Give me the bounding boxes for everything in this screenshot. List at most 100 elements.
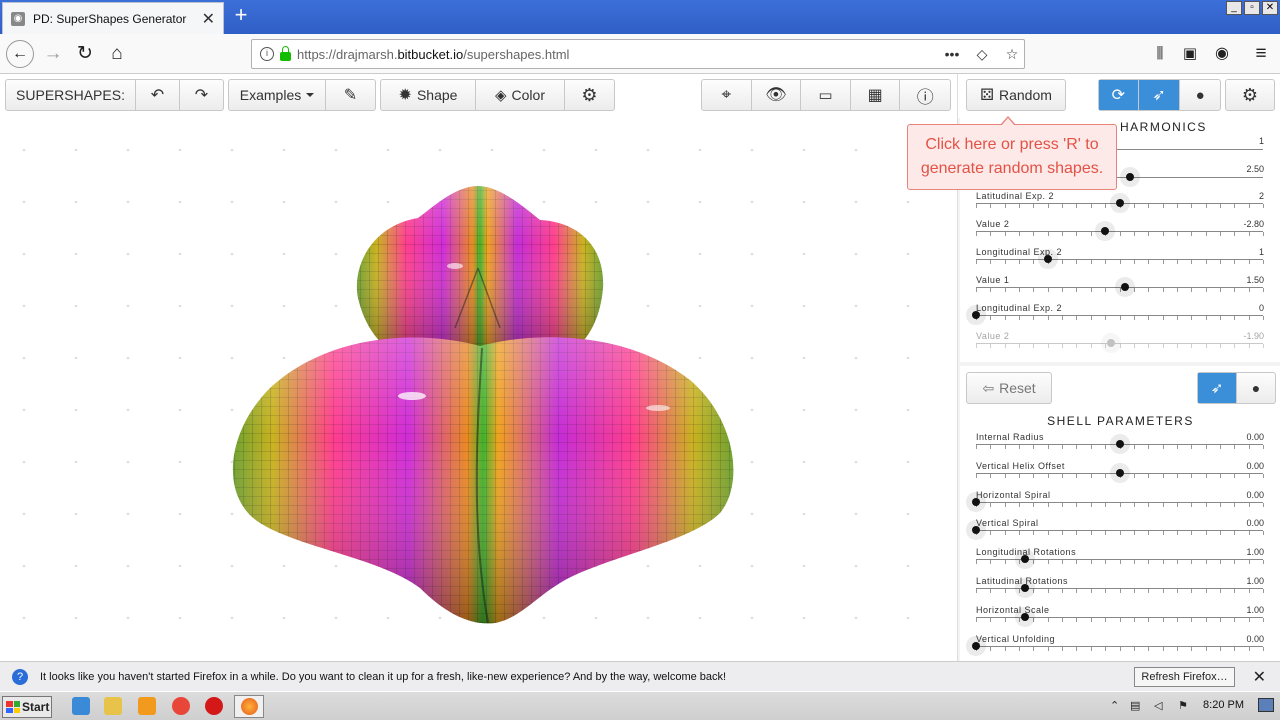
slider-tick bbox=[1134, 560, 1135, 565]
refresh-firefox-button[interactable]: Refresh Firefox… bbox=[1134, 666, 1235, 687]
supershape-render[interactable] bbox=[0, 118, 957, 661]
slider-knob[interactable] bbox=[1021, 555, 1029, 564]
forward-button[interactable]: → bbox=[39, 40, 67, 68]
minimize-button[interactable]: _ bbox=[1226, 1, 1242, 15]
color-dropdown[interactable]: ◈ Color bbox=[476, 80, 565, 110]
slider-tick bbox=[1076, 344, 1077, 348]
url-bar[interactable]: i https://drajmarsh.bitbucket.io/supersh… bbox=[251, 39, 1025, 69]
slider-label: Horizontal Scale bbox=[976, 604, 1050, 615]
back-button[interactable]: ← bbox=[6, 40, 34, 68]
shell-slow-toggle[interactable]: ● bbox=[1237, 373, 1275, 403]
network-icon[interactable]: ▤ bbox=[1130, 699, 1140, 712]
sidebar-icon[interactable]: ▣ bbox=[1176, 40, 1204, 68]
undo-button[interactable]: ↶ bbox=[136, 80, 180, 110]
library-icon[interactable]: ⫼ bbox=[1146, 40, 1174, 68]
page-actions-icon[interactable]: ••• bbox=[940, 46, 964, 62]
show-desktop-icon[interactable] bbox=[1258, 698, 1274, 712]
slider-knob[interactable] bbox=[972, 526, 980, 535]
slider-knob[interactable] bbox=[1044, 255, 1052, 263]
maximize-button[interactable]: ▫ bbox=[1244, 1, 1260, 15]
windows-logo-icon bbox=[6, 701, 20, 713]
slider-tick bbox=[1191, 589, 1192, 593]
slider-knob[interactable] bbox=[1101, 227, 1109, 235]
browser-tab[interactable]: ◉ PD: SuperShapes Generator ✕ bbox=[2, 2, 224, 34]
fast-animate-toggle[interactable]: ➶ bbox=[1138, 80, 1181, 110]
slider-tick bbox=[1091, 288, 1092, 292]
slider-knob[interactable] bbox=[1107, 339, 1115, 347]
tab-close-icon[interactable]: ✕ bbox=[202, 9, 215, 29]
opera-icon[interactable] bbox=[205, 697, 223, 715]
3d-viewport[interactable] bbox=[0, 118, 957, 661]
tray-expand-icon[interactable]: ⌃ bbox=[1110, 699, 1119, 712]
folder-icon[interactable] bbox=[104, 697, 122, 715]
slider-value: 1 bbox=[1258, 247, 1264, 257]
edit-tools-button[interactable]: ✎ bbox=[326, 80, 375, 110]
lock-icon bbox=[280, 45, 291, 61]
volume-icon[interactable]: ◁ bbox=[1154, 699, 1162, 712]
close-window-button[interactable]: ✕ bbox=[1262, 1, 1278, 15]
home-button[interactable]: ⌂ bbox=[103, 40, 131, 68]
bookmark-star-icon[interactable]: ☆ bbox=[1000, 46, 1024, 63]
examples-label: Examples bbox=[239, 87, 302, 103]
slider-knob[interactable] bbox=[1121, 283, 1129, 291]
firefox-taskbar-button[interactable] bbox=[234, 695, 264, 718]
slider-tick bbox=[1091, 232, 1092, 236]
slider-tick bbox=[1091, 646, 1092, 651]
display-button[interactable]: ▭ bbox=[801, 80, 851, 110]
shape-dropdown[interactable]: ✹ Shape bbox=[381, 80, 476, 110]
site-info-icon[interactable]: i bbox=[260, 47, 274, 61]
new-tab-button[interactable]: + bbox=[230, 4, 252, 28]
slider-tick bbox=[1134, 232, 1135, 236]
url-text[interactable]: https://drajmarsh.bitbucket.io/supershap… bbox=[297, 47, 934, 62]
slider-tick bbox=[1048, 560, 1049, 565]
slider-tick bbox=[1263, 473, 1264, 478]
flag-icon[interactable]: ⚑ bbox=[1178, 699, 1188, 712]
shell-parameters-title: SHELL PARAMETERS bbox=[1047, 414, 1194, 428]
ie-icon[interactable] bbox=[72, 697, 90, 715]
tab-title: PD: SuperShapes Generator bbox=[33, 11, 187, 26]
random-button[interactable]: ⚄ Random bbox=[967, 80, 1065, 110]
info-button[interactable]: ⓘ bbox=[900, 80, 950, 110]
close-icon[interactable]: ✕ bbox=[1253, 667, 1266, 687]
slow-animate-toggle[interactable]: ● bbox=[1180, 80, 1220, 110]
media-player-icon[interactable] bbox=[138, 697, 156, 715]
slider-tick bbox=[1134, 260, 1135, 264]
mesh-button[interactable]: ▦ bbox=[851, 80, 901, 110]
slider-knob[interactable] bbox=[1126, 173, 1134, 181]
clock[interactable]: 8:20 PM bbox=[1203, 699, 1244, 711]
slider-knob[interactable] bbox=[972, 641, 980, 650]
slider-knob[interactable] bbox=[1116, 440, 1124, 448]
examples-dropdown[interactable]: Examples bbox=[229, 80, 326, 110]
slider-tick bbox=[1033, 344, 1034, 348]
slider-tick bbox=[1105, 204, 1106, 208]
pocket-icon[interactable]: ◇ bbox=[970, 46, 994, 63]
reload-button[interactable]: ↻ bbox=[71, 40, 99, 68]
slider-knob[interactable] bbox=[1021, 612, 1029, 621]
slider-tick bbox=[1134, 473, 1135, 478]
view-eye-button[interactable]: 👁 bbox=[752, 80, 802, 110]
slider-tick bbox=[1019, 344, 1020, 348]
slider-tick bbox=[990, 473, 991, 478]
slider-knob[interactable] bbox=[972, 497, 980, 506]
slider-tick bbox=[1234, 473, 1235, 478]
reset-button[interactable]: ⇦ Reset bbox=[967, 373, 1051, 403]
shell-fast-toggle[interactable]: ➶ bbox=[1198, 373, 1237, 403]
account-icon[interactable]: ◉ bbox=[1208, 40, 1236, 68]
slider-knob[interactable] bbox=[1116, 468, 1124, 477]
monitor-icon: ▭ bbox=[818, 87, 833, 104]
slider-knob[interactable] bbox=[972, 311, 980, 319]
settings-button[interactable]: ⚙ bbox=[565, 80, 614, 110]
start-button[interactable]: Start bbox=[2, 696, 52, 718]
slider-tick bbox=[990, 445, 991, 449]
slider-knob[interactable] bbox=[1021, 584, 1029, 592]
chrome-icon[interactable] bbox=[172, 697, 190, 715]
view-center-button[interactable]: ⌖ bbox=[702, 80, 752, 110]
slider-tick bbox=[1177, 204, 1178, 208]
slider-tick bbox=[1076, 531, 1077, 536]
slider-knob[interactable] bbox=[1116, 199, 1124, 207]
panel-settings-button[interactable]: ⚙ bbox=[1226, 80, 1274, 110]
redo-button[interactable]: ↷ bbox=[180, 80, 223, 110]
slider-tick bbox=[1191, 288, 1192, 292]
orbit-toggle[interactable]: ⟳ bbox=[1099, 80, 1139, 110]
menu-icon[interactable]: ≡ bbox=[1247, 40, 1275, 68]
